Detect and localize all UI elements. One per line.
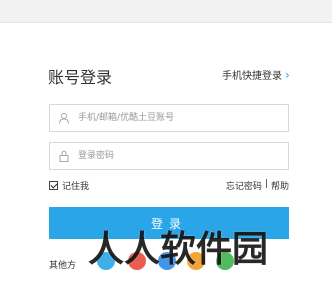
page-title: 账号登录: [48, 68, 113, 87]
password-input[interactable]: [78, 144, 278, 168]
quick-login-link[interactable]: 手机快捷登录 ›: [222, 67, 290, 83]
user-icon: [50, 105, 78, 131]
remember-me-checkbox[interactable]: 记住我: [49, 179, 89, 192]
forgot-password-link[interactable]: 忘记密码: [226, 179, 262, 192]
account-field[interactable]: [49, 104, 289, 132]
other-methods-label: 其他方: [49, 261, 77, 271]
quick-login-label: 手机快捷登录: [222, 71, 282, 82]
lock-icon: [50, 143, 78, 169]
remember-me-label: 记住我: [62, 182, 90, 192]
account-input[interactable]: [78, 106, 278, 130]
divider: [0, 22, 332, 23]
watermark: 人人软件园: [88, 229, 269, 270]
chevron-right-icon: ›: [285, 67, 290, 82]
login-options: 记住我 忘记密码 | 帮助: [49, 179, 289, 193]
password-field[interactable]: [49, 142, 289, 170]
checkbox-icon[interactable]: [49, 181, 58, 190]
help-links: 忘记密码 | 帮助: [226, 179, 289, 192]
help-link[interactable]: 帮助: [271, 179, 289, 192]
links-separator: |: [264, 179, 268, 189]
top-bar: [0, 0, 332, 22]
